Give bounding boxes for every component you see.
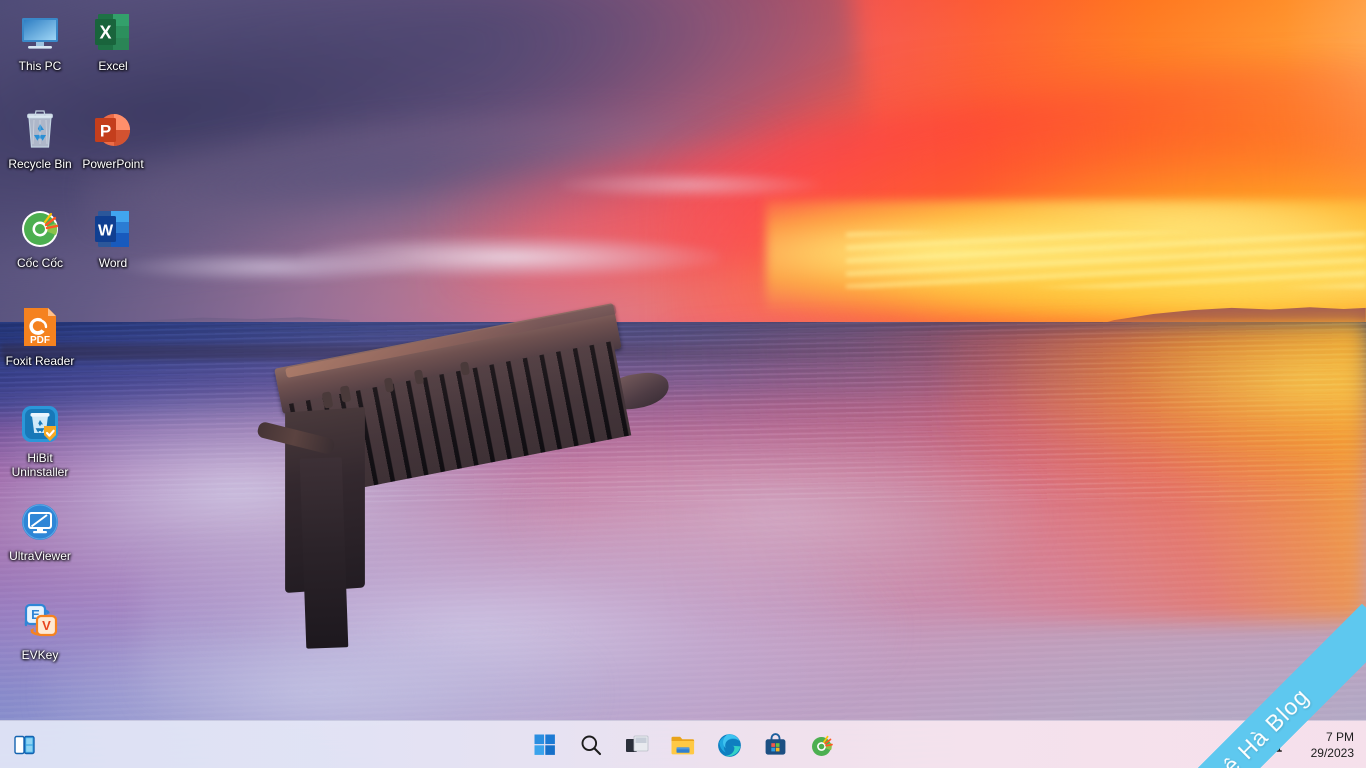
coccoc-icon	[16, 205, 64, 253]
chevron-up-icon	[1228, 739, 1241, 752]
clock-time: 7 PM	[1326, 729, 1354, 745]
desktop-icon-coc-coc[interactable]: Cốc Cốc	[2, 205, 78, 270]
word-icon: W	[89, 205, 137, 253]
wallpaper-cloud-wisp-2	[120, 252, 420, 282]
desktop-icon-label: HiBit Uninstaller	[2, 451, 78, 479]
hibit-icon	[16, 400, 64, 448]
desktop-icon-label: Excel	[75, 59, 151, 73]
microsoft-edge-button[interactable]	[712, 728, 746, 762]
svg-text:P: P	[100, 122, 111, 141]
desktop-icon-label: Cốc Cốc	[2, 256, 78, 270]
wallpaper-golden-streaks	[846, 232, 1366, 288]
coccoc-icon	[809, 733, 834, 758]
desktop-icon-grid: This PC X Excel	[0, 0, 160, 700]
show-hidden-icons-button[interactable]	[1220, 730, 1248, 760]
desktop-icon-label: Foxit Reader	[2, 354, 78, 368]
svg-text:W: W	[98, 223, 114, 240]
evkey-icon: E V	[16, 597, 64, 645]
svg-text:PDF: PDF	[30, 335, 50, 346]
desktop-icon-hibit-uninstaller[interactable]: HiBit Uninstaller	[2, 400, 78, 479]
edge-icon	[717, 733, 742, 758]
foxit-pdf-icon: PDF	[16, 303, 64, 351]
task-view-button[interactable]	[620, 728, 654, 762]
file-explorer-button[interactable]	[666, 728, 700, 762]
search-button[interactable]	[574, 728, 608, 762]
folder-icon	[670, 734, 696, 757]
desktop-icon-foxit-reader[interactable]: PDF Foxit Reader	[2, 303, 78, 368]
clock-button[interactable]: 7 PM 29/2023	[1298, 729, 1360, 761]
excel-icon: X	[89, 8, 137, 56]
desktop-icon-excel[interactable]: X Excel	[75, 8, 151, 73]
coc-coc-taskbar-button[interactable]	[804, 728, 838, 762]
desktop-icon-this-pc[interactable]: This PC	[2, 8, 78, 73]
desktop-icon-ultraviewer[interactable]: UltraViewer	[2, 498, 78, 563]
start-button[interactable]	[528, 728, 562, 762]
store-icon	[763, 733, 788, 757]
network-status-button[interactable]	[1258, 730, 1288, 760]
wallpaper-pier-wreck	[265, 338, 665, 668]
desktop-icon-label: UltraViewer	[2, 549, 78, 563]
windows-logo-icon	[534, 734, 556, 756]
network-icon	[1263, 736, 1283, 754]
clock-date: 29/2023	[1311, 745, 1354, 761]
taskbar-center-region	[0, 721, 1366, 768]
desktop-icon-evkey[interactable]: E V EVKey	[2, 597, 78, 662]
taskbar-tray-region: 7 PM 29/2023	[1220, 721, 1360, 768]
monitor-icon	[16, 8, 64, 56]
search-icon	[579, 733, 603, 757]
desktop-icon-label: Word	[75, 256, 151, 270]
desktop-icon-label: PowerPoint	[75, 157, 151, 171]
desktop-icon-label: This PC	[2, 59, 78, 73]
svg-text:X: X	[99, 23, 111, 43]
desktop-icon-word[interactable]: W Word	[75, 205, 151, 270]
wallpaper-cloud-wisp-3	[560, 172, 820, 198]
ultraviewer-icon	[16, 498, 64, 546]
task-view-icon	[625, 734, 649, 756]
svg-text:V: V	[42, 618, 51, 633]
powerpoint-icon: P	[89, 106, 137, 154]
desktop-icon-powerpoint[interactable]: P PowerPoint	[75, 106, 151, 171]
microsoft-store-button[interactable]	[758, 728, 792, 762]
desktop-icon-label: Recycle Bin	[2, 157, 78, 171]
pier-post	[300, 457, 349, 648]
desktop-wallpaper	[0, 0, 1366, 768]
desktop-icon-recycle-bin[interactable]: Recycle Bin	[2, 106, 78, 171]
recycle-bin-icon	[16, 106, 64, 154]
desktop-icon-label: EVKey	[2, 648, 78, 662]
taskbar: 7 PM 29/2023	[0, 720, 1366, 768]
